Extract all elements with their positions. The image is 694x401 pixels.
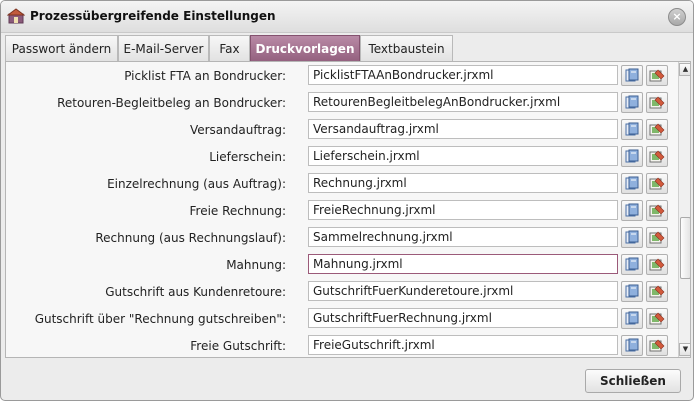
template-row: Retouren-Begleitbeleg an Bondrucker: Reto… — [6, 90, 674, 117]
template-row-label: Freie Rechnung: — [189, 204, 286, 218]
open-template-button[interactable] — [621, 281, 643, 302]
template-file-field[interactable]: GutschriftFuerRechnung.jrxml — [308, 308, 618, 328]
open-template-button[interactable] — [621, 119, 643, 140]
template-row: Gutschrift über "Rechnung gutschreiben":… — [6, 306, 674, 333]
scroll-up-icon[interactable]: ▲ — [679, 63, 690, 76]
window-app-icon — [7, 8, 25, 24]
template-file-field[interactable]: RetourenBegleitbelegAnBondrucker.jrxml — [308, 92, 618, 112]
template-file-field[interactable]: FreieRechnung.jrxml — [308, 200, 618, 220]
open-template-button[interactable] — [621, 200, 643, 221]
template-row: Picklist FTA an Bondrucker: PicklistFTAAn… — [6, 63, 674, 90]
scroll-down-icon[interactable]: ▼ — [679, 343, 690, 356]
template-row: Rechnung (aus Rechnungslauf): Sammelrechn… — [6, 225, 674, 252]
edit-template-button[interactable] — [646, 173, 668, 194]
open-template-button[interactable] — [621, 227, 643, 248]
close-icon[interactable]: × — [668, 8, 686, 26]
edit-template-button[interactable] — [646, 200, 668, 221]
template-row-label: Retouren-Begleitbeleg an Bondrucker: — [57, 96, 286, 110]
edit-template-button[interactable] — [646, 308, 668, 329]
template-row: Freie Rechnung: FreieRechnung.jrxml — [6, 198, 674, 225]
title-bar: Prozessübergreifende Einstellungen × — [1, 1, 693, 33]
template-row: Mahnung: Mahnung.jrxml — [6, 252, 674, 279]
open-template-button[interactable] — [621, 92, 643, 113]
template-file-field[interactable]: PicklistFTAAnBondrucker.jrxml — [308, 65, 618, 85]
template-row: Gutschrift aus Kundenretoure: GutschriftF… — [6, 279, 674, 306]
open-template-button[interactable] — [621, 335, 643, 356]
template-row: Versandauftrag: Versandauftrag.jrxml — [6, 117, 674, 144]
open-template-button[interactable] — [621, 308, 643, 329]
template-file-field[interactable]: FreieGutschrift.jrxml — [308, 335, 618, 355]
template-row-label: Mahnung: — [226, 258, 286, 272]
template-file-field[interactable]: Rechnung.jrxml — [308, 173, 618, 193]
window-title: Prozessübergreifende Einstellungen — [30, 9, 276, 23]
template-row: Freie Gutschrift: FreieGutschrift.jrxml — [6, 333, 674, 357]
template-row-label: Versandauftrag: — [189, 123, 286, 137]
tab-fax[interactable]: Fax — [209, 35, 250, 61]
edit-template-button[interactable] — [646, 119, 668, 140]
settings-dialog: Prozessübergreifende Einstellungen × Pas… — [0, 0, 694, 401]
scroll-thumb[interactable] — [680, 217, 690, 279]
template-file-field[interactable]: GutschriftFuerKunderetoure.jrxml — [308, 281, 618, 301]
template-row-label: Gutschrift aus Kundenretoure: — [105, 285, 286, 299]
tab-email-server[interactable]: E-Mail-Server — [118, 35, 209, 61]
vertical-scrollbar[interactable]: ▲ ▼ — [678, 62, 690, 357]
open-template-button[interactable] — [621, 65, 643, 86]
template-row-label: Rechnung (aus Rechnungslauf): — [95, 231, 286, 245]
open-template-button[interactable] — [621, 173, 643, 194]
tab-passwort-aendern[interactable]: Passwort ändern — [5, 35, 118, 61]
template-file-field[interactable]: Sammelrechnung.jrxml — [308, 227, 618, 247]
tab-druckvorlagen[interactable]: Druckvorlagen — [250, 35, 360, 61]
template-file-field[interactable]: Versandauftrag.jrxml — [308, 119, 618, 139]
open-template-button[interactable] — [621, 254, 643, 275]
template-row: Einzelrechnung (aus Auftrag): Rechnung.jr… — [6, 171, 674, 198]
template-row-label: Picklist FTA an Bondrucker: — [124, 69, 286, 83]
template-settings-panel: Picklist FTA an Bondrucker: PicklistFTAAn… — [5, 61, 691, 358]
edit-template-button[interactable] — [646, 335, 668, 356]
template-file-field[interactable]: Mahnung.jrxml — [308, 254, 618, 274]
template-file-field[interactable]: Lieferschein.jrxml — [308, 146, 618, 166]
tab-textbaustein[interactable]: Textbaustein — [360, 35, 453, 61]
template-row-label: Gutschrift über "Rechnung gutschreiben": — [34, 312, 286, 326]
open-template-button[interactable] — [621, 146, 643, 167]
template-row-label: Freie Gutschrift: — [190, 339, 286, 353]
close-button[interactable]: Schließen — [585, 369, 681, 393]
edit-template-button[interactable] — [646, 146, 668, 167]
template-row-label: Lieferschein: — [209, 150, 286, 164]
edit-template-button[interactable] — [646, 281, 668, 302]
edit-template-button[interactable] — [646, 92, 668, 113]
edit-template-button[interactable] — [646, 227, 668, 248]
template-row: Lieferschein: Lieferschein.jrxml — [6, 144, 674, 171]
template-row-label: Einzelrechnung (aus Auftrag): — [107, 177, 286, 191]
edit-template-button[interactable] — [646, 254, 668, 275]
edit-template-button[interactable] — [646, 65, 668, 86]
